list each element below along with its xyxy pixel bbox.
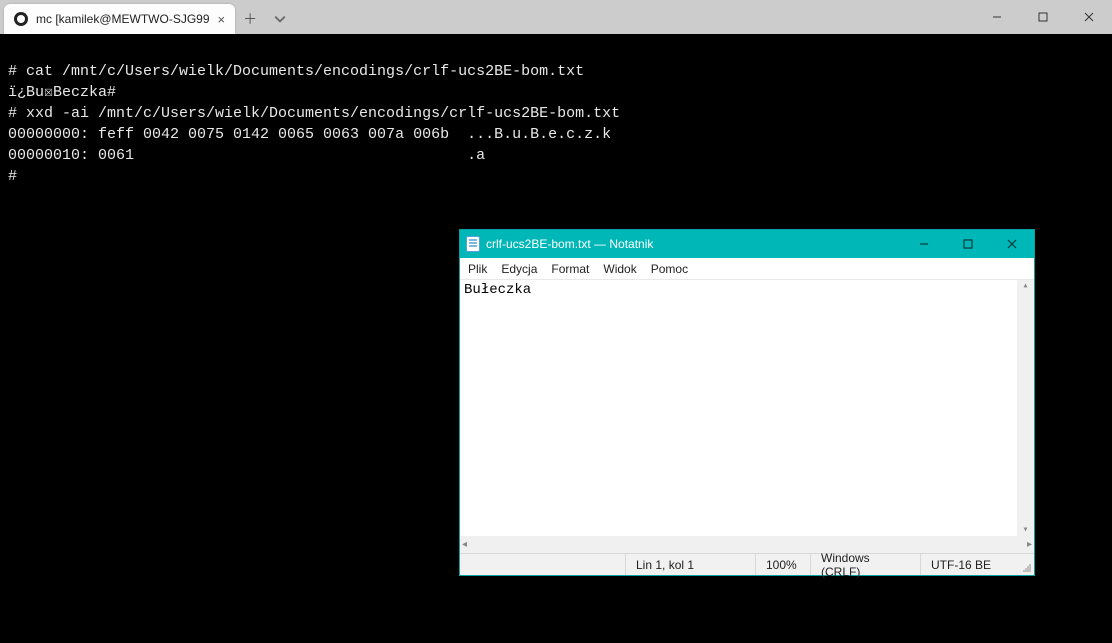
notepad-close-button[interactable] [990, 230, 1034, 258]
terminal-line: 00000000: feff 0042 0075 0142 0065 0063 … [8, 126, 611, 143]
notepad-window: crlf-ucs2BE-bom.txt — Notatnik Plik Edyc… [459, 229, 1035, 576]
terminal-line: # cat /mnt/c/Users/wielk/Documents/encod… [8, 63, 584, 80]
notepad-content: Bułeczka [464, 282, 531, 298]
resize-grip-icon[interactable] [1020, 554, 1034, 575]
notepad-text-area[interactable]: Bułeczka ▴ ▾ [460, 280, 1034, 536]
tux-icon [14, 12, 28, 26]
notepad-maximize-button[interactable] [946, 230, 990, 258]
status-line-ending: Windows (CRLF) [810, 554, 920, 575]
menu-file[interactable]: Plik [468, 262, 487, 276]
notepad-icon [466, 236, 480, 252]
notepad-statusbar: Lin 1, kol 1 100% Windows (CRLF) UTF-16 … [460, 553, 1034, 575]
notepad-minimize-button[interactable] [902, 230, 946, 258]
scroll-down-icon[interactable]: ▾ [1022, 524, 1028, 536]
terminal-tab-title: mc [kamilek@MEWTWO-SJG99 [36, 12, 210, 26]
menu-format[interactable]: Format [551, 262, 589, 276]
terminal-tab[interactable]: mc [kamilek@MEWTWO-SJG99 × [4, 4, 235, 34]
new-tab-button[interactable]: ＋ [235, 4, 265, 34]
menu-view[interactable]: Widok [603, 262, 636, 276]
notepad-titlebar[interactable]: crlf-ucs2BE-bom.txt — Notatnik [460, 230, 1034, 258]
status-empty [460, 554, 625, 575]
terminal-line: # [8, 168, 17, 185]
notepad-menubar: Plik Edycja Format Widok Pomoc [460, 258, 1034, 280]
tab-close-icon[interactable]: × [218, 12, 226, 27]
scroll-left-icon[interactable]: ◂ [462, 539, 467, 550]
status-zoom: 100% [755, 554, 810, 575]
menu-help[interactable]: Pomoc [651, 262, 688, 276]
terminal-titlebar: mc [kamilek@MEWTWO-SJG99 × ＋ [0, 0, 1112, 34]
status-position: Lin 1, kol 1 [625, 554, 755, 575]
notepad-title: crlf-ucs2BE-bom.txt — Notatnik [486, 237, 653, 251]
menu-edit[interactable]: Edycja [501, 262, 537, 276]
horizontal-scrollbar[interactable]: ◂ ▸ [460, 536, 1034, 553]
vertical-scrollbar[interactable]: ▴ ▾ [1017, 280, 1034, 536]
maximize-button[interactable] [1020, 0, 1066, 34]
terminal-system-buttons [974, 0, 1112, 34]
notepad-system-buttons [902, 230, 1034, 258]
scroll-right-icon[interactable]: ▸ [1027, 539, 1032, 550]
tab-dropdown-button[interactable] [265, 4, 295, 34]
terminal-line: 00000010: 0061 .a [8, 147, 485, 164]
terminal-line: ï¿Bu☒Beczka# [8, 84, 116, 101]
terminal-line: # xxd -ai /mnt/c/Users/wielk/Documents/e… [8, 105, 620, 122]
status-encoding: UTF-16 BE [920, 554, 1020, 575]
close-button[interactable] [1066, 0, 1112, 34]
scroll-up-icon[interactable]: ▴ [1022, 280, 1028, 292]
minimize-button[interactable] [974, 0, 1020, 34]
